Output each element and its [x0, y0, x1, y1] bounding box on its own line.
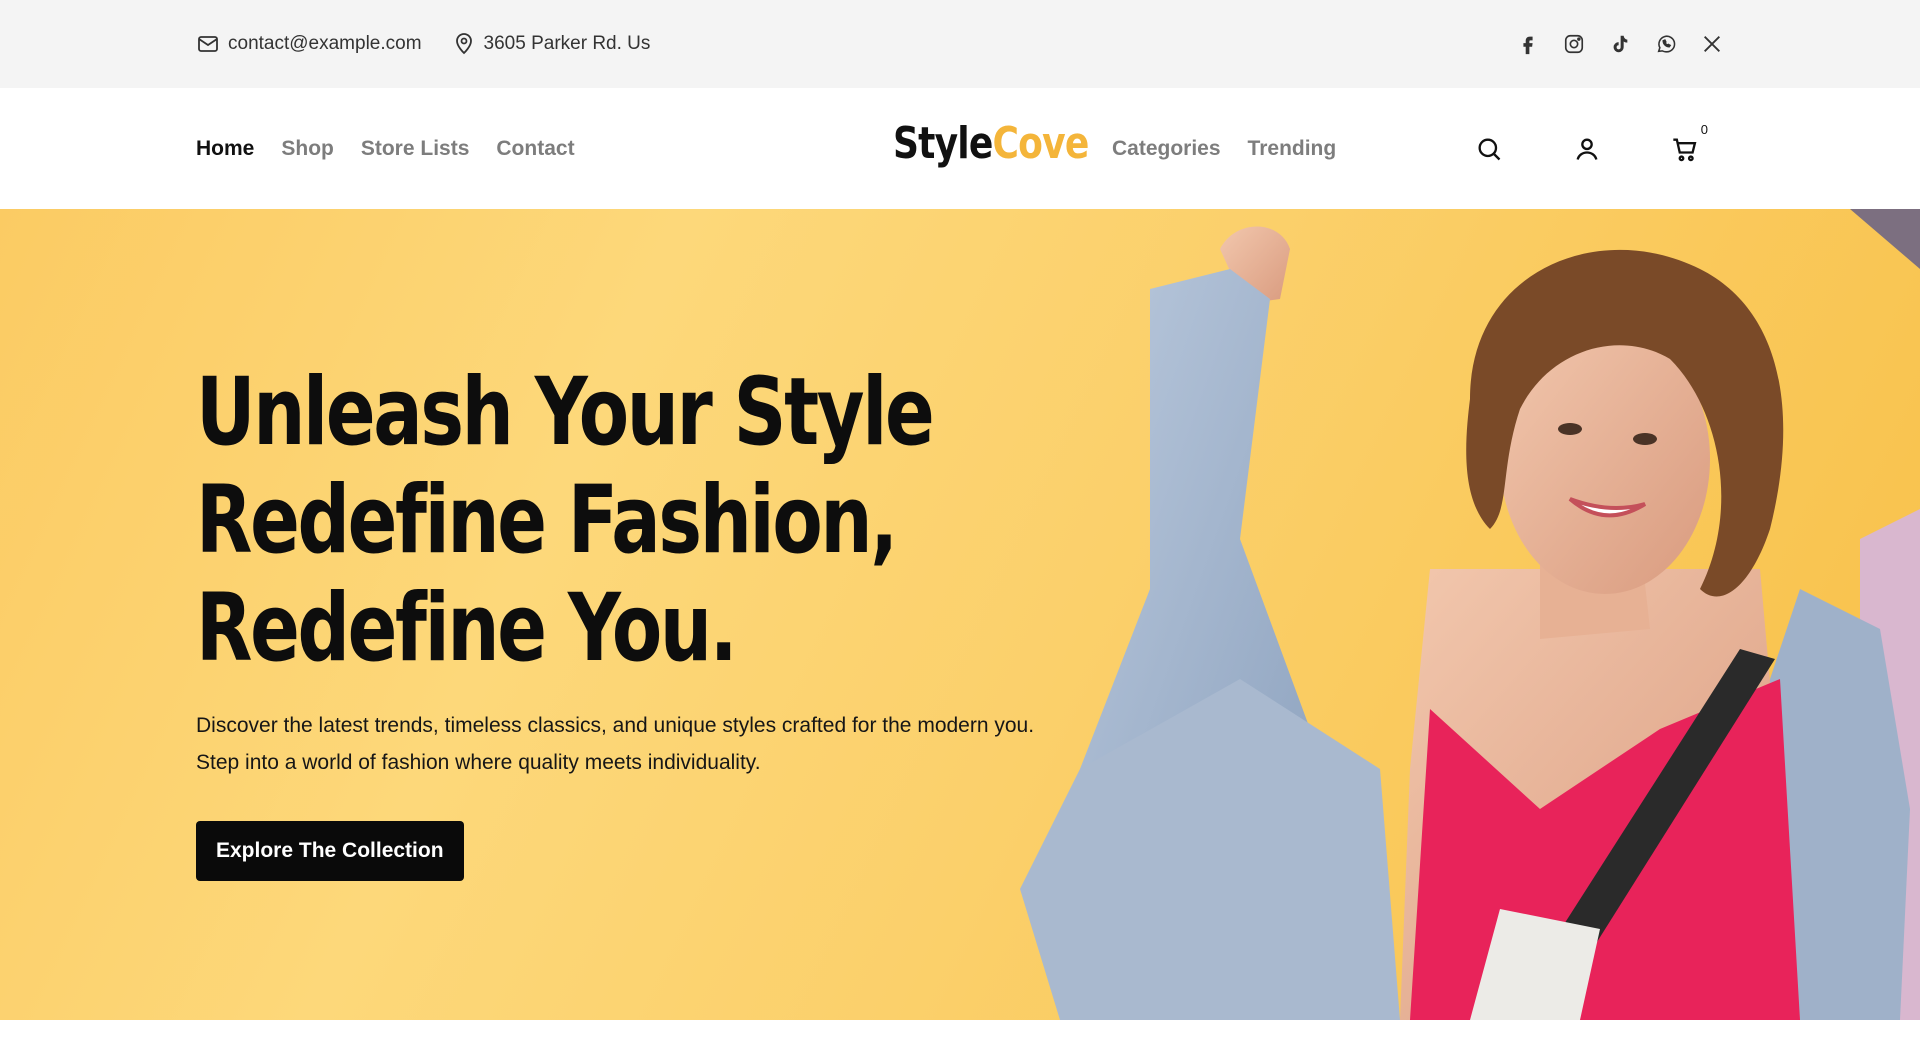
cart-icon[interactable]: 0	[1670, 122, 1708, 164]
hero-description: Discover the latest trends, timeless cla…	[196, 714, 1035, 774]
explore-collection-button[interactable]: Explore The Collection	[196, 821, 464, 881]
hero-content: Unleash Your Style Redefine Fashion, Red…	[196, 359, 1056, 881]
instagram-icon[interactable]	[1562, 32, 1586, 56]
nav-link-store-lists[interactable]: Store Lists	[361, 137, 470, 161]
nav-link-home[interactable]: Home	[196, 137, 254, 161]
site-logo[interactable]: StyleCove	[893, 118, 1089, 169]
hero-title: Unleash Your Style Redefine Fashion, Red…	[196, 359, 976, 683]
contact-email[interactable]: contact@example.com	[196, 32, 422, 56]
nav-link-contact[interactable]: Contact	[496, 137, 574, 161]
contact-group: contact@example.com 3605 Parker Rd. Us	[196, 32, 650, 56]
hero-title-line-3: Redefine You.	[196, 574, 738, 683]
nav-right-links: Categories Trending	[1112, 88, 1336, 209]
mail-icon	[198, 36, 218, 52]
user-icon[interactable]	[1572, 134, 1602, 164]
cart-count-badge: 0	[1700, 121, 1708, 137]
whatsapp-icon[interactable]	[1654, 32, 1678, 56]
logo-part-cove: Cove	[992, 118, 1089, 169]
social-links	[1516, 32, 1724, 56]
facebook-icon[interactable]	[1516, 32, 1540, 56]
hero-model-image	[1020, 209, 1920, 1020]
nav-link-shop[interactable]: Shop	[281, 137, 334, 161]
main-nav: Home Shop Store Lists Contact StyleCove …	[0, 88, 1920, 209]
top-info-bar: contact@example.com 3605 Parker Rd. Us	[0, 0, 1920, 88]
x-icon[interactable]	[1700, 32, 1724, 56]
hero-title-line-2: Redefine Fashion,	[196, 466, 898, 575]
location-pin-icon	[455, 33, 472, 55]
nav-link-categories[interactable]: Categories	[1112, 137, 1221, 161]
hero-title-line-1: Unleash Your Style	[196, 358, 935, 467]
search-icon[interactable]	[1474, 134, 1504, 164]
address-text: 3605 Parker Rd. Us	[483, 33, 651, 54]
nav-link-trending[interactable]: Trending	[1248, 137, 1337, 161]
email-text: contact@example.com	[228, 33, 422, 54]
nav-left-links: Home Shop Store Lists Contact	[196, 137, 575, 161]
logo-part-style: Style	[893, 118, 993, 169]
contact-address[interactable]: 3605 Parker Rd. Us	[452, 32, 651, 56]
tiktok-icon[interactable]	[1608, 32, 1632, 56]
hero-section: Unleash Your Style Redefine Fashion, Red…	[0, 209, 1920, 1020]
nav-icon-group: 0	[1474, 88, 1708, 209]
